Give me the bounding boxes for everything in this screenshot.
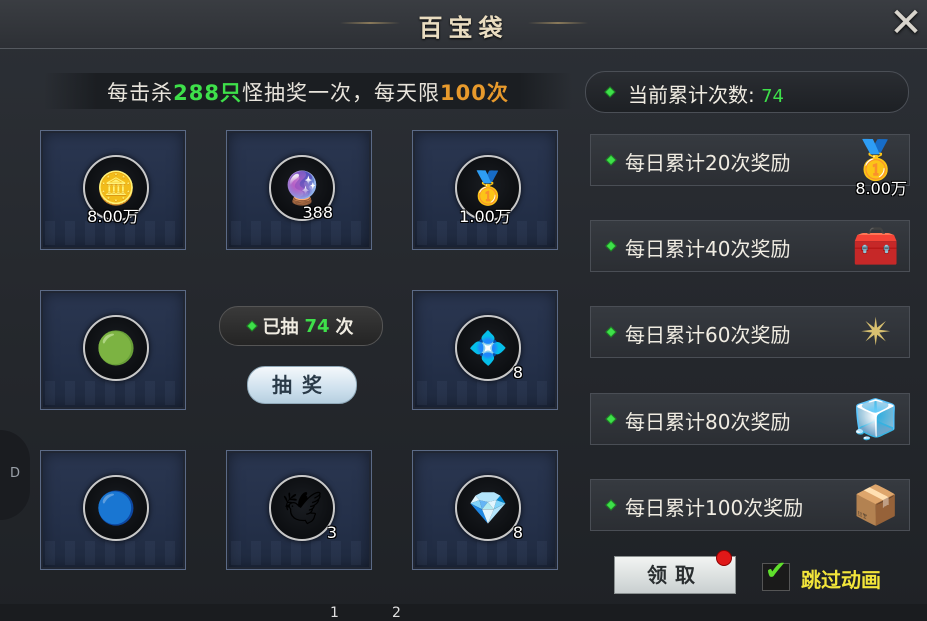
prize-quantity: 3 [326,523,337,542]
prize-slot[interactable]: 💎 8 [412,450,558,570]
prize-quantity: 1.00万 [459,207,511,226]
bottom-strip [0,604,927,621]
rule-info-bar: 每击杀288只怪抽奖一次，每天限100次 [44,73,572,109]
prize-quantity: 8 [512,363,523,382]
reward-label: 每日累计100次奖励 [625,496,804,520]
skip-animation-label[interactable]: 跳过动画 [801,564,881,593]
diamond-bullet-icon [604,86,616,98]
prize-slot[interactable]: 🕊 3 [226,450,372,570]
prize-slot[interactable]: 🟢 [40,290,186,410]
close-icon[interactable]: ✕ [889,2,923,44]
reward-label: 每日累计60次奖励 [625,323,791,347]
diamond-bullet-icon [605,499,617,511]
prize-quantity: 388 [302,203,333,222]
crystal-chest-icon[interactable]: 🧊 [847,390,905,448]
dark-crystal-icon: 💎 [455,475,521,541]
prize-slot[interactable]: 🔮 388 [226,130,372,250]
golden-ornament-icon[interactable]: ✴ [847,303,905,361]
prize-quantity: 8 [512,523,523,542]
treasure-chest-icon[interactable]: 🧰 [847,217,905,275]
jade-orb-icon: 🟢 [83,315,149,381]
side-tab-label: D [10,466,21,481]
window-title: 百宝袋 [418,13,509,42]
prize-slot[interactable]: 💠 8 [412,290,558,410]
notification-dot [716,550,732,566]
drawn-count-badge: 已抽 74 次 [219,306,383,346]
current-count-bar: 当前累计次数: 74 [585,71,909,113]
reward-label: 每日累计80次奖励 [625,410,791,434]
reward-row-80[interactable]: 每日累计80次奖励 🧊 [590,393,910,445]
current-count-label: 当前累计次数: 74 [628,83,785,107]
lottery-button[interactable]: 抽奖 [247,366,357,404]
diamond-bullet-icon [605,326,617,338]
page-number[interactable]: 2 [392,605,401,621]
prize-quantity: 8.00万 [87,207,139,226]
reward-row-20[interactable]: 每日累计20次奖励 🥇 8.00万 [590,134,910,198]
title-ornament-right [528,22,588,24]
daily-limit: 100次 [440,81,509,105]
reward-label: 每日累计40次奖励 [625,237,791,261]
reward-quantity: 8.00万 [855,179,907,198]
wings-icon: 🕊 [269,475,335,541]
treasure-bag-panel: 百宝袋 ✕ 每击杀288只怪抽奖一次，每天限100次 🪙 8.00万 🔮 388… [0,0,927,621]
prize-slot[interactable]: 🔵 [40,450,186,570]
reward-row-100[interactable]: 每日累计100次奖励 📦 [590,479,910,531]
page-number[interactable]: 1 [330,605,339,621]
blue-gem-icon: 🔵 [83,475,149,541]
prize-slot[interactable]: 🥇 1.00万 [412,130,558,250]
skip-animation-checkbox[interactable]: ✔ [762,556,790,591]
reward-label: 每日累计20次奖励 [625,151,791,175]
diamond-bullet-icon [246,320,259,332]
drawn-count: 74 [304,315,330,337]
blue-ring-icon: 💠 [455,315,521,381]
checkmark-icon: ✔ [765,556,787,586]
diamond-bullet-icon [605,413,617,425]
reward-row-40[interactable]: 每日累计40次奖励 🧰 [590,220,910,272]
golden-chest-icon[interactable]: 📦 [847,476,905,534]
title-bar: 百宝袋 ✕ [0,0,927,49]
diamond-bullet-icon [605,154,617,166]
prize-slot[interactable]: 🪙 8.00万 [40,130,186,250]
kill-count: 288只 [173,81,242,105]
reward-row-60[interactable]: 每日累计60次奖励 ✴ [590,306,910,358]
diamond-bullet-icon [605,240,617,252]
current-count-value: 74 [761,86,785,107]
rule-text: 每击杀288只怪抽奖一次，每天限100次 [107,81,509,105]
